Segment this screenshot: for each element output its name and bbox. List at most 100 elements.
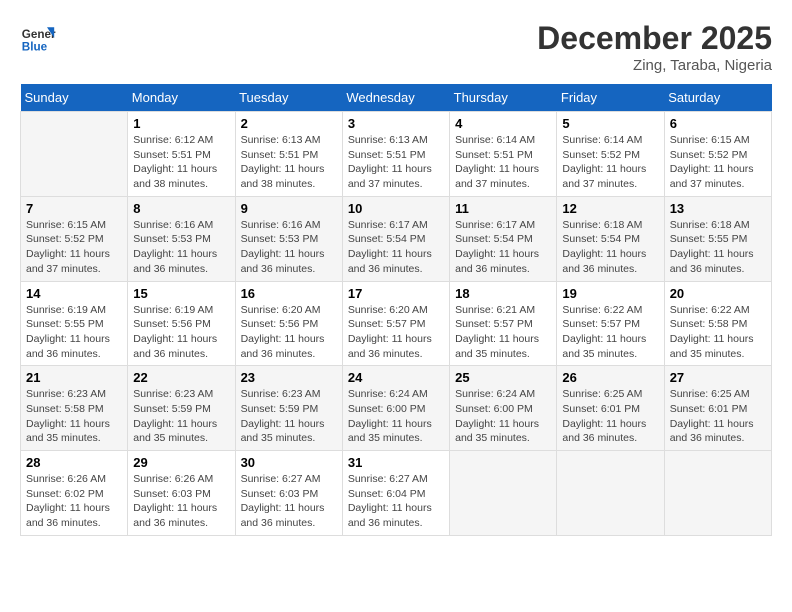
- calendar-week-5: 28 Sunrise: 6:26 AMSunset: 6:02 PMDayligh…: [21, 451, 772, 536]
- day-number: 1: [133, 116, 229, 131]
- day-number: 18: [455, 286, 551, 301]
- calendar-cell: 10 Sunrise: 6:17 AMSunset: 5:54 PMDayligh…: [342, 196, 449, 281]
- day-number: 13: [670, 201, 766, 216]
- calendar-week-4: 21 Sunrise: 6:23 AMSunset: 5:58 PMDayligh…: [21, 366, 772, 451]
- logo: General Blue: [20, 20, 60, 56]
- day-number: 26: [562, 370, 658, 385]
- calendar-cell: 21 Sunrise: 6:23 AMSunset: 5:58 PMDayligh…: [21, 366, 128, 451]
- calendar-cell: 1 Sunrise: 6:12 AMSunset: 5:51 PMDaylight…: [128, 112, 235, 197]
- day-info: Sunrise: 6:14 AMSunset: 5:51 PMDaylight:…: [455, 133, 551, 192]
- day-info: Sunrise: 6:24 AMSunset: 6:00 PMDaylight:…: [348, 387, 444, 446]
- calendar-cell: 25Sunrise: 6:24 AMSunset: 6:00 PMDayligh…: [450, 366, 557, 451]
- day-number: 9: [241, 201, 337, 216]
- calendar-cell: 3 Sunrise: 6:13 AMSunset: 5:51 PMDaylight…: [342, 112, 449, 197]
- calendar-cell: 29 Sunrise: 6:26 AMSunset: 6:03 PMDayligh…: [128, 451, 235, 536]
- calendar-cell: 20Sunrise: 6:22 AMSunset: 5:58 PMDayligh…: [664, 281, 771, 366]
- calendar-cell: 15 Sunrise: 6:19 AMSunset: 5:56 PMDayligh…: [128, 281, 235, 366]
- calendar-cell: 5 Sunrise: 6:14 AMSunset: 5:52 PMDaylight…: [557, 112, 664, 197]
- column-header-wednesday: Wednesday: [342, 84, 449, 112]
- page-header: General Blue December 2025 Zing, Taraba,…: [20, 20, 772, 74]
- title-block: December 2025 Zing, Taraba, Nigeria: [537, 20, 772, 74]
- day-info: Sunrise: 6:20 AMSunset: 5:57 PMDaylight:…: [348, 303, 444, 362]
- calendar-cell: 24 Sunrise: 6:24 AMSunset: 6:00 PMDayligh…: [342, 366, 449, 451]
- day-info: Sunrise: 6:15 AMSunset: 5:52 PMDaylight:…: [670, 133, 766, 192]
- column-header-thursday: Thursday: [450, 84, 557, 112]
- day-number: 23: [241, 370, 337, 385]
- calendar-cell: 26 Sunrise: 6:25 AMSunset: 6:01 PMDayligh…: [557, 366, 664, 451]
- day-info: Sunrise: 6:23 AMSunset: 5:59 PMDaylight:…: [133, 387, 229, 446]
- calendar-week-1: 1 Sunrise: 6:12 AMSunset: 5:51 PMDaylight…: [21, 112, 772, 197]
- day-number: 27: [670, 370, 766, 385]
- calendar-cell: 13Sunrise: 6:18 AMSunset: 5:55 PMDayligh…: [664, 196, 771, 281]
- day-info: Sunrise: 6:14 AMSunset: 5:52 PMDaylight:…: [562, 133, 658, 192]
- day-number: 16: [241, 286, 337, 301]
- day-number: 14: [26, 286, 122, 301]
- day-info: Sunrise: 6:23 AMSunset: 5:59 PMDaylight:…: [241, 387, 337, 446]
- day-number: 29: [133, 455, 229, 470]
- calendar-cell: 16 Sunrise: 6:20 AMSunset: 5:56 PMDayligh…: [235, 281, 342, 366]
- day-info: Sunrise: 6:19 AMSunset: 5:55 PMDaylight:…: [26, 303, 122, 362]
- day-info: Sunrise: 6:17 AMSunset: 5:54 PMDaylight:…: [348, 218, 444, 277]
- column-header-saturday: Saturday: [664, 84, 771, 112]
- page-title: December 2025: [537, 20, 772, 57]
- day-number: 15: [133, 286, 229, 301]
- day-info: Sunrise: 6:16 AMSunset: 5:53 PMDaylight:…: [133, 218, 229, 277]
- day-info: Sunrise: 6:13 AMSunset: 5:51 PMDaylight:…: [348, 133, 444, 192]
- day-info: Sunrise: 6:25 AMSunset: 6:01 PMDaylight:…: [562, 387, 658, 446]
- day-info: Sunrise: 6:20 AMSunset: 5:56 PMDaylight:…: [241, 303, 337, 362]
- day-number: 17: [348, 286, 444, 301]
- column-header-tuesday: Tuesday: [235, 84, 342, 112]
- day-number: 21: [26, 370, 122, 385]
- calendar-cell: 18 Sunrise: 6:21 AMSunset: 5:57 PMDayligh…: [450, 281, 557, 366]
- day-number: 5: [562, 116, 658, 131]
- day-number: 8: [133, 201, 229, 216]
- svg-text:Blue: Blue: [22, 41, 48, 54]
- page-subtitle: Zing, Taraba, Nigeria: [537, 57, 772, 74]
- calendar-week-2: 7 Sunrise: 6:15 AMSunset: 5:52 PMDaylight…: [21, 196, 772, 281]
- day-info: Sunrise: 6:12 AMSunset: 5:51 PMDaylight:…: [133, 133, 229, 192]
- calendar-week-3: 14 Sunrise: 6:19 AMSunset: 5:55 PMDayligh…: [21, 281, 772, 366]
- calendar-cell: [450, 451, 557, 536]
- calendar-cell: [21, 112, 128, 197]
- day-info: Sunrise: 6:21 AMSunset: 5:57 PMDaylight:…: [455, 303, 551, 362]
- calendar-cell: 27 Sunrise: 6:25 AMSunset: 6:01 PMDayligh…: [664, 366, 771, 451]
- calendar-cell: 31Sunrise: 6:27 AMSunset: 6:04 PMDayligh…: [342, 451, 449, 536]
- calendar-cell: 6 Sunrise: 6:15 AMSunset: 5:52 PMDaylight…: [664, 112, 771, 197]
- day-info: Sunrise: 6:27 AMSunset: 6:04 PMDaylight:…: [348, 472, 444, 531]
- calendar-cell: [557, 451, 664, 536]
- day-number: 24: [348, 370, 444, 385]
- column-header-monday: Monday: [128, 84, 235, 112]
- day-number: 10: [348, 201, 444, 216]
- calendar-cell: 22Sunrise: 6:23 AMSunset: 5:59 PMDayligh…: [128, 366, 235, 451]
- day-number: 3: [348, 116, 444, 131]
- day-info: Sunrise: 6:27 AMSunset: 6:03 PMDaylight:…: [241, 472, 337, 531]
- day-info: Sunrise: 6:15 AMSunset: 5:52 PMDaylight:…: [26, 218, 122, 277]
- day-number: 19: [562, 286, 658, 301]
- calendar-cell: 12Sunrise: 6:18 AMSunset: 5:54 PMDayligh…: [557, 196, 664, 281]
- day-number: 2: [241, 116, 337, 131]
- day-info: Sunrise: 6:19 AMSunset: 5:56 PMDaylight:…: [133, 303, 229, 362]
- day-info: Sunrise: 6:18 AMSunset: 5:54 PMDaylight:…: [562, 218, 658, 277]
- calendar-table: SundayMondayTuesdayWednesdayThursdayFrid…: [20, 84, 772, 536]
- day-info: Sunrise: 6:16 AMSunset: 5:53 PMDaylight:…: [241, 218, 337, 277]
- column-header-friday: Friday: [557, 84, 664, 112]
- calendar-cell: 23 Sunrise: 6:23 AMSunset: 5:59 PMDayligh…: [235, 366, 342, 451]
- day-number: 6: [670, 116, 766, 131]
- calendar-cell: 8 Sunrise: 6:16 AMSunset: 5:53 PMDaylight…: [128, 196, 235, 281]
- calendar-cell: 2 Sunrise: 6:13 AMSunset: 5:51 PMDaylight…: [235, 112, 342, 197]
- day-info: Sunrise: 6:13 AMSunset: 5:51 PMDaylight:…: [241, 133, 337, 192]
- calendar-cell: 14 Sunrise: 6:19 AMSunset: 5:55 PMDayligh…: [21, 281, 128, 366]
- day-number: 7: [26, 201, 122, 216]
- day-info: Sunrise: 6:25 AMSunset: 6:01 PMDaylight:…: [670, 387, 766, 446]
- day-number: 28: [26, 455, 122, 470]
- day-info: Sunrise: 6:26 AMSunset: 6:03 PMDaylight:…: [133, 472, 229, 531]
- day-number: 4: [455, 116, 551, 131]
- day-info: Sunrise: 6:23 AMSunset: 5:58 PMDaylight:…: [26, 387, 122, 446]
- calendar-cell: 7 Sunrise: 6:15 AMSunset: 5:52 PMDaylight…: [21, 196, 128, 281]
- day-info: Sunrise: 6:26 AMSunset: 6:02 PMDaylight:…: [26, 472, 122, 531]
- calendar-cell: 30Sunrise: 6:27 AMSunset: 6:03 PMDayligh…: [235, 451, 342, 536]
- day-info: Sunrise: 6:17 AMSunset: 5:54 PMDaylight:…: [455, 218, 551, 277]
- column-header-sunday: Sunday: [21, 84, 128, 112]
- calendar-cell: [664, 451, 771, 536]
- day-info: Sunrise: 6:24 AMSunset: 6:00 PMDaylight:…: [455, 387, 551, 446]
